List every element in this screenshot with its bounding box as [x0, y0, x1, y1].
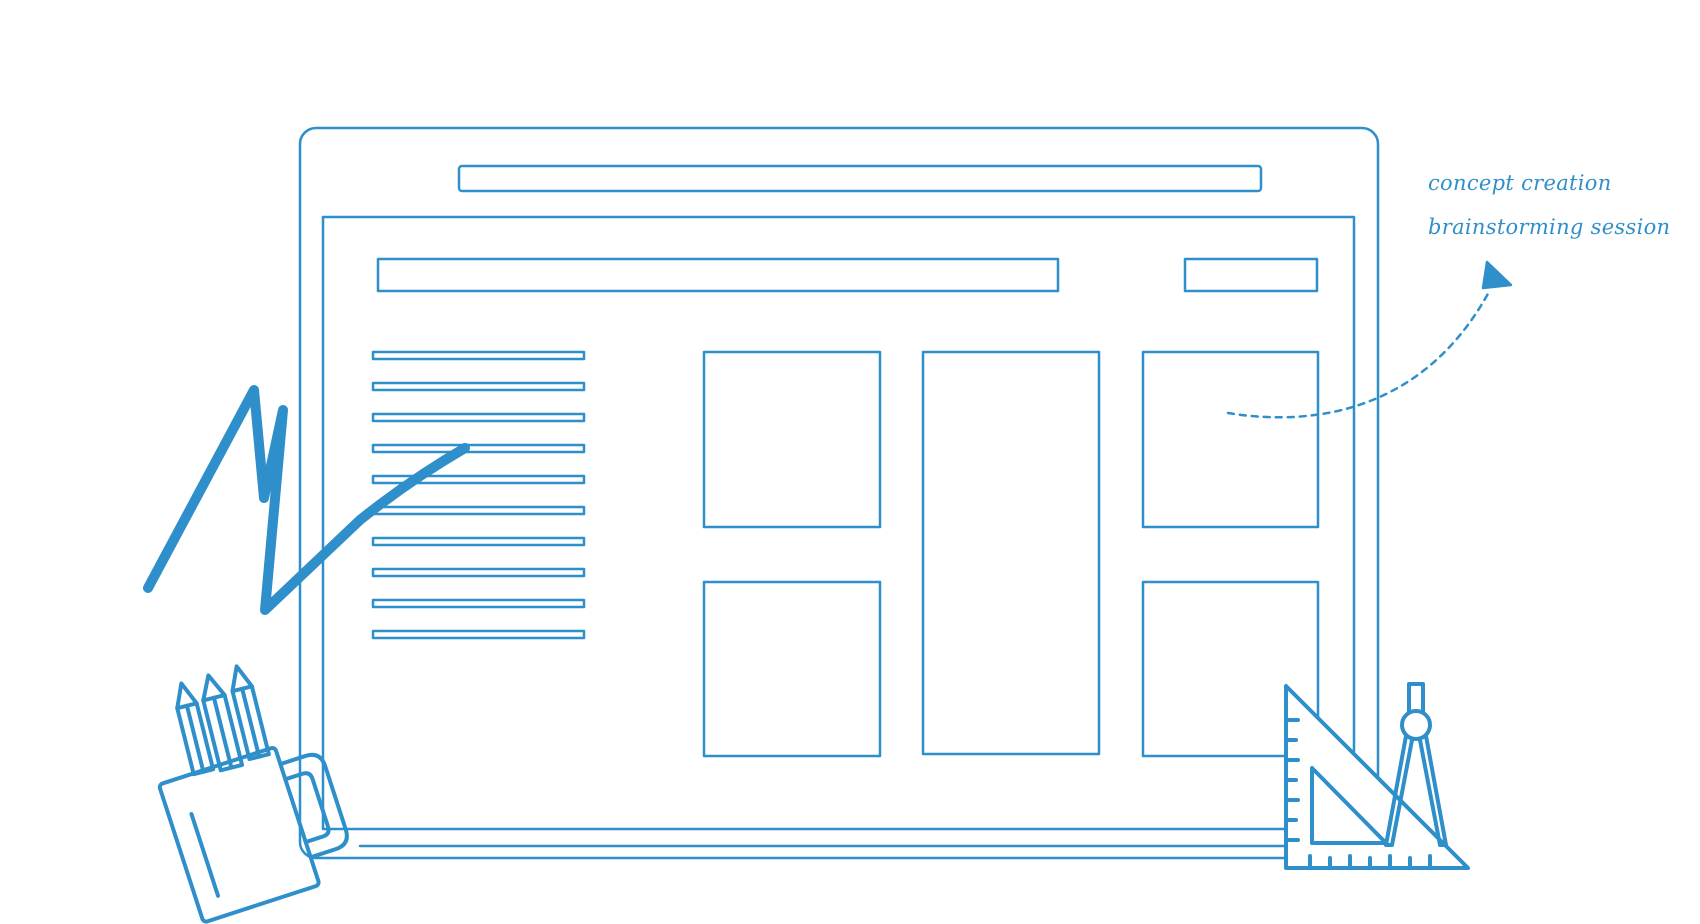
page-content-frame [321, 215, 1356, 831]
arrow-head [1481, 260, 1513, 290]
pencil-cup-icon [157, 664, 349, 924]
dashed-curved-arrow-icon [1226, 288, 1492, 419]
text-lines-block [371, 350, 586, 640]
annotation-brainstorming-session: brainstorming session [1428, 215, 1670, 239]
browser-address-bar [457, 164, 1263, 193]
browser-window-frame [298, 126, 1380, 860]
wireframe-sketch-illustration: concept creation brainstorming session [143, 126, 1670, 924]
annotation-concept-creation: concept creation [1428, 171, 1612, 195]
content-box-tall-middle [921, 350, 1101, 756]
page-header-bar [376, 257, 1060, 293]
content-box-top-right [1141, 350, 1320, 529]
page-header-button [1183, 257, 1319, 293]
content-box-bottom-left [702, 580, 882, 758]
content-box-top-left [702, 350, 882, 529]
